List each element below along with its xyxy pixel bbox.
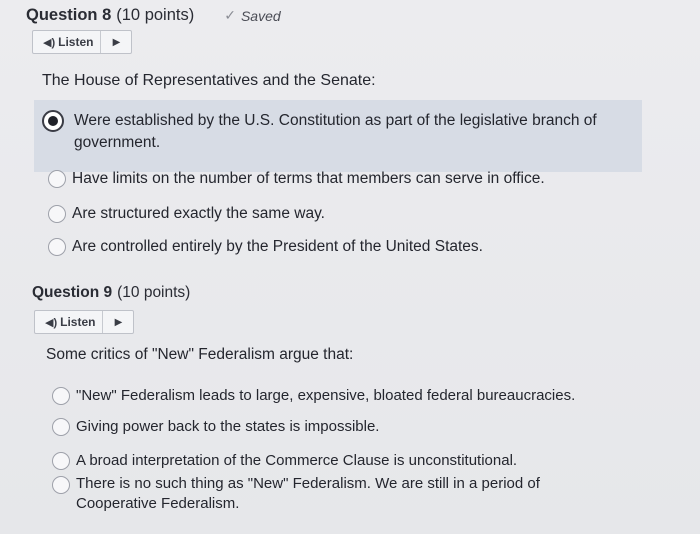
saved-status: ✓ Saved (224, 7, 280, 24)
question-9-option-2[interactable]: Giving power back to the states is impos… (52, 416, 379, 438)
play-button[interactable]: ▶ (103, 311, 133, 333)
question-8-option-4[interactable]: Are controlled entirely by the President… (48, 236, 483, 258)
radio-button[interactable] (48, 170, 66, 188)
question-8-number: Question 8 (26, 6, 112, 24)
option-label: "New" Federalism leads to large, expensi… (76, 387, 576, 404)
question-9-listen-widget: ◀) Listen ▶ (34, 310, 135, 334)
speaker-icon: ◀) (45, 316, 58, 329)
question-8-points: (10 points) (116, 6, 195, 24)
saved-label: Saved (240, 7, 281, 24)
option-label: Giving power back to the states is impos… (76, 418, 380, 435)
question-9-points: (10 points) (117, 284, 191, 301)
question-9-number: Question 9 (32, 284, 113, 301)
question-8-option-2[interactable]: Have limits on the number of terms that … (48, 168, 545, 190)
question-8-option-1[interactable]: Were established by the U.S. Constitutio… (42, 110, 622, 154)
question-9-option-3[interactable]: A broad interpretation of the Commerce C… (52, 450, 517, 472)
radio-button[interactable] (48, 205, 66, 223)
question-9-prompt: Some critics of "New" Federalism argue t… (46, 346, 354, 363)
play-icon: ▶ (112, 36, 121, 48)
listen-button[interactable]: ◀) Listen (33, 31, 102, 53)
option-label: A broad interpretation of the Commerce C… (76, 452, 518, 469)
question-9-option-1[interactable]: "New" Federalism leads to large, expensi… (52, 385, 575, 407)
question-8-listen-widget: ◀) Listen ▶ (32, 30, 133, 54)
listen-label: Listen (58, 35, 94, 49)
play-button[interactable]: ▶ (101, 31, 131, 53)
radio-button[interactable] (52, 476, 70, 494)
listen-button[interactable]: ◀) Listen (35, 311, 104, 333)
listen-label: Listen (60, 315, 96, 329)
option-label: There is no such thing as "New" Federali… (76, 475, 540, 512)
radio-button[interactable] (52, 387, 70, 405)
option-label: Have limits on the number of terms that … (72, 170, 545, 187)
radio-button[interactable] (48, 238, 66, 256)
radio-button[interactable] (52, 418, 70, 436)
option-label: Are controlled entirely by the President… (72, 238, 483, 255)
option-label: Were established by the U.S. Constitutio… (74, 112, 597, 151)
radio-button-selected[interactable] (42, 110, 64, 132)
question-8-prompt: The House of Representatives and the Sen… (42, 72, 376, 89)
play-icon: ▶ (114, 316, 123, 328)
question-8-option-3[interactable]: Are structured exactly the same way. (48, 203, 325, 225)
speaker-icon: ◀) (43, 36, 56, 49)
question-9-header: Question 9 (10 points) (32, 284, 190, 302)
option-label: Are structured exactly the same way. (72, 205, 325, 222)
question-9-option-4[interactable]: There is no such thing as "New" Federali… (52, 474, 552, 514)
radio-button[interactable] (52, 452, 70, 470)
question-8-header: Question 8 (10 points) ✓ Saved (26, 6, 281, 25)
check-icon: ✓ (224, 7, 236, 23)
quiz-page: Question 8 (10 points) ✓ Saved ◀) Listen… (0, 0, 700, 534)
